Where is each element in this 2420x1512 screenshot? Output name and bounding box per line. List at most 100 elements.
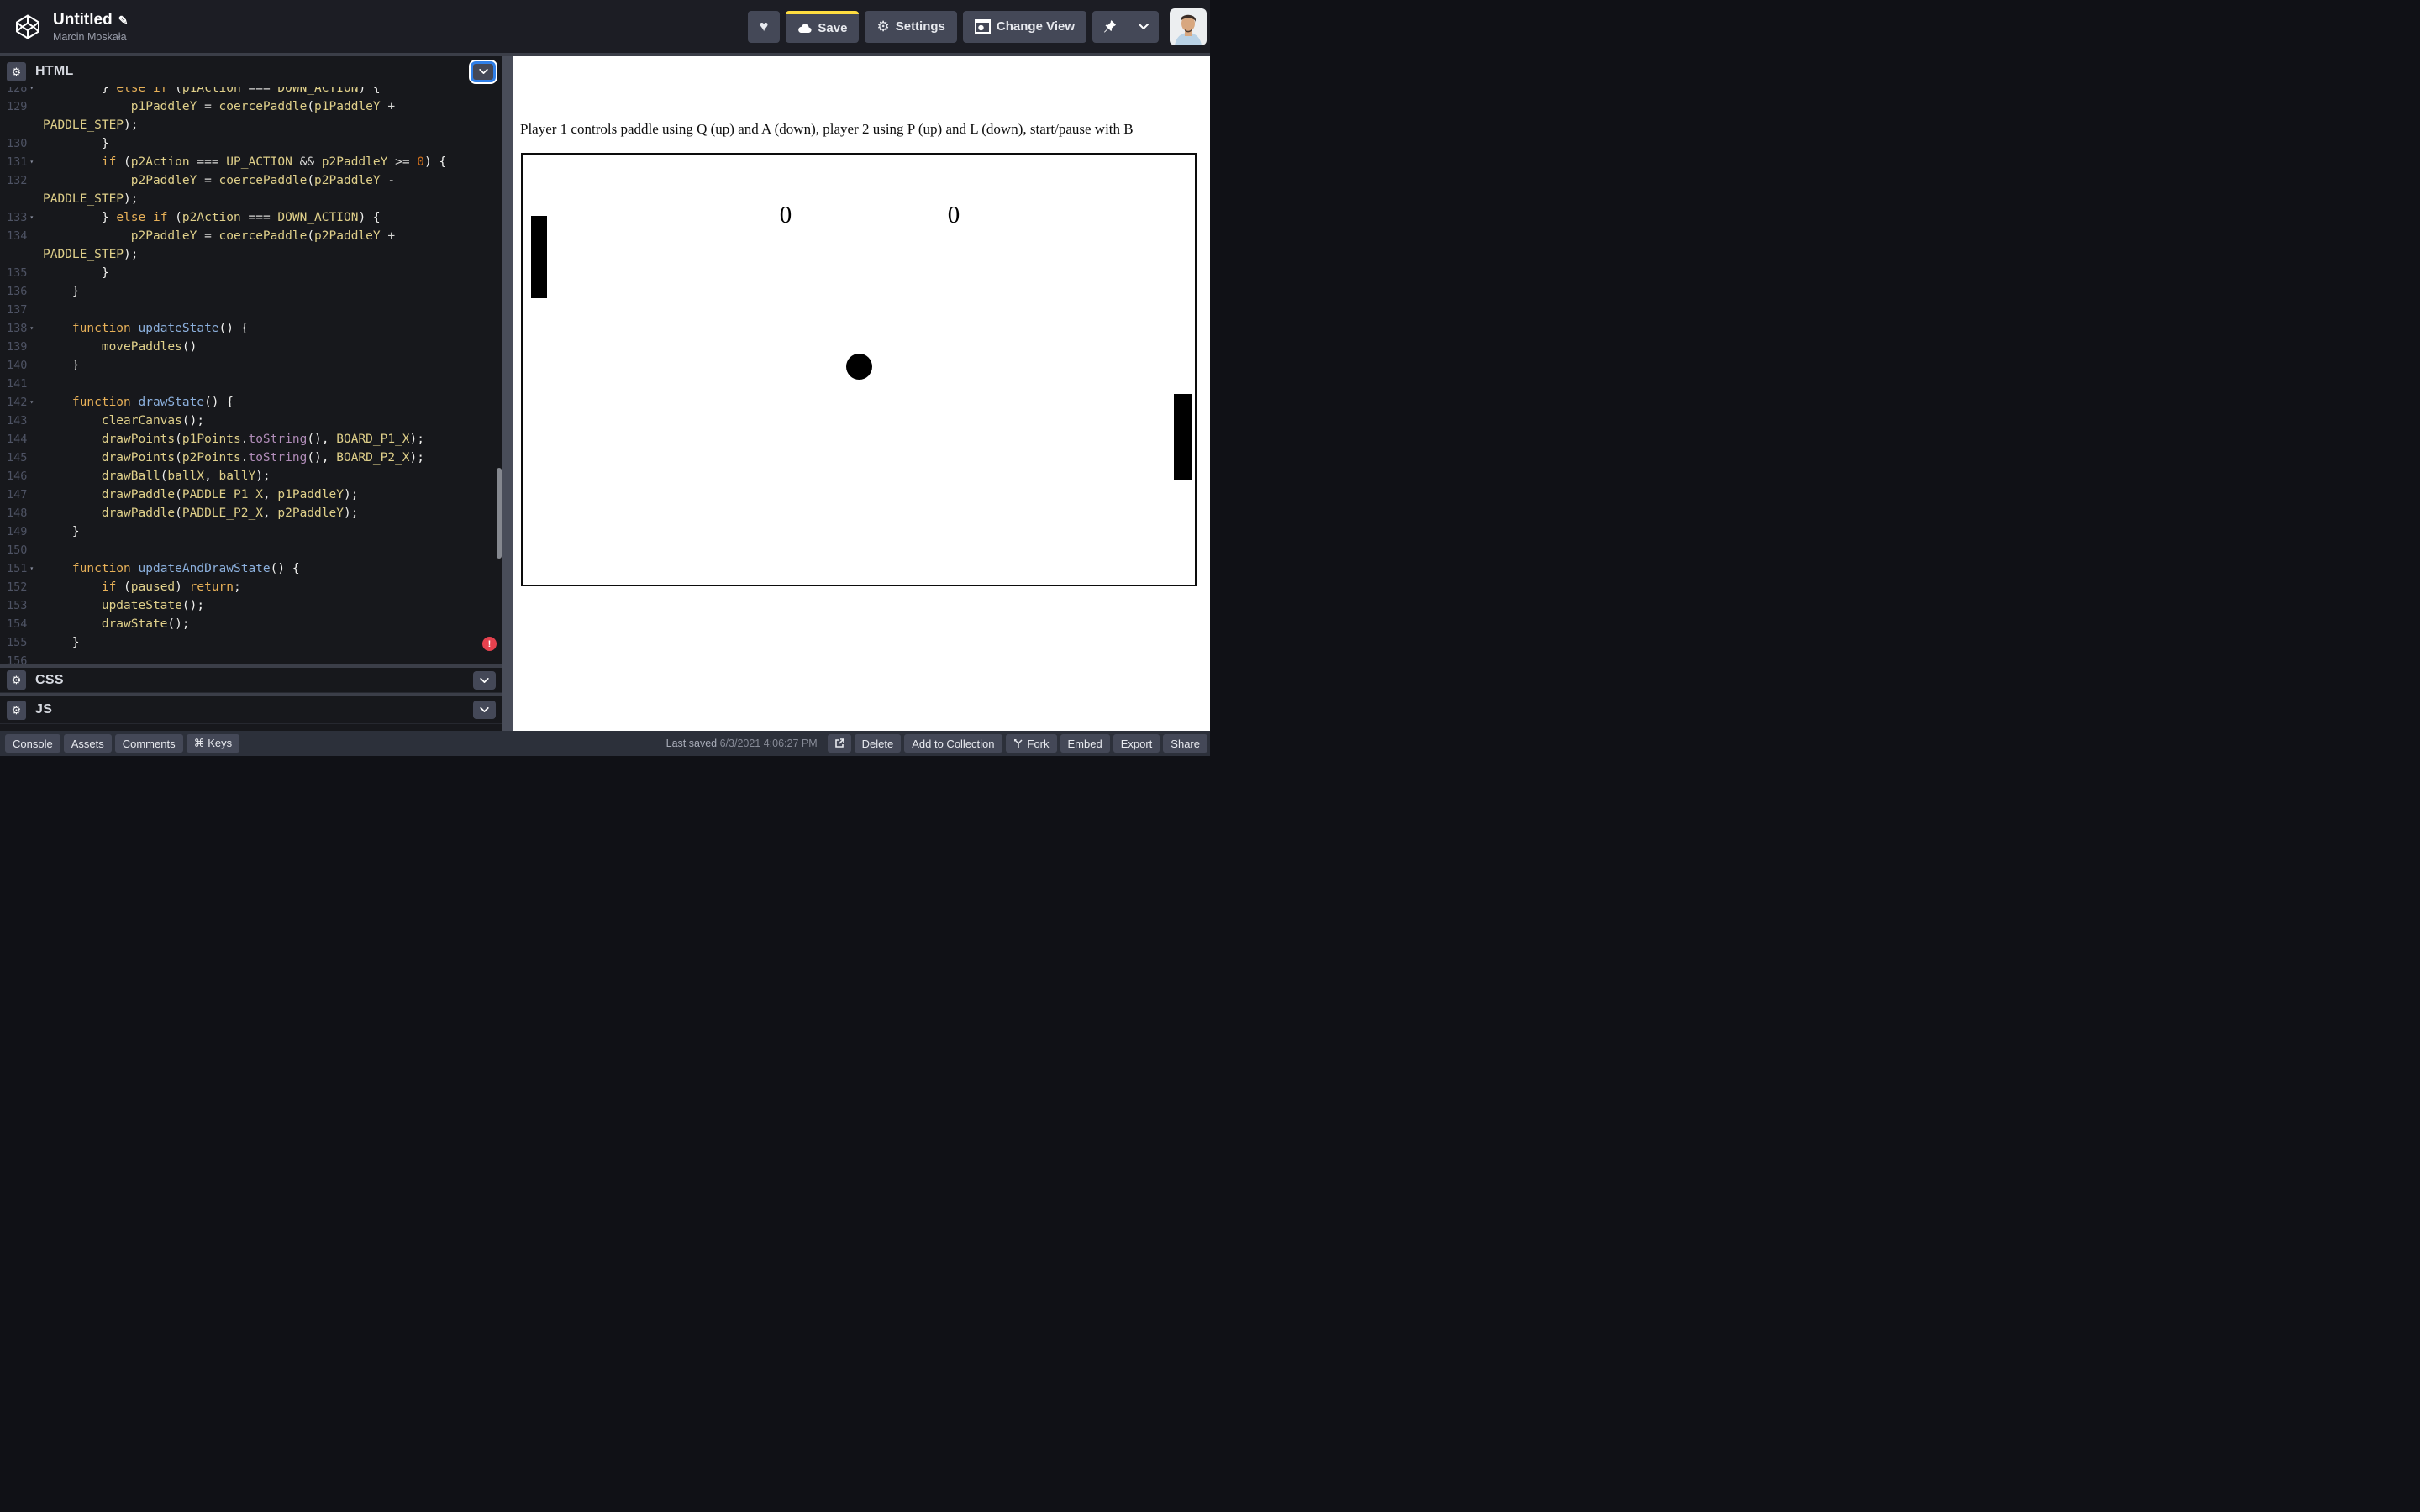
gear-icon: ⚙: [11, 65, 22, 78]
p2-score: 0: [947, 202, 960, 228]
open-in-new-window-button[interactable]: [827, 734, 851, 753]
pen-title: Untitled: [53, 10, 113, 29]
external-link-icon: [834, 738, 844, 748]
code-line-145: 145 drawPoints(p2Points.toString(), BOAR…: [7, 451, 425, 465]
css-settings-gear-button[interactable]: ⚙: [7, 670, 26, 690]
console-button[interactable]: Console: [5, 734, 60, 753]
pen-author[interactable]: Marcin Moskała: [53, 31, 128, 43]
keys-button[interactable]: ⌘ Keys: [186, 734, 240, 753]
like-button[interactable]: ♥: [747, 10, 781, 43]
code-line-144: 144 drawPoints(p1Points.toString(), BOAR…: [7, 433, 425, 446]
codepen-logo-icon[interactable]: [14, 13, 41, 40]
top-header: Untitled ✎ Marcin Moskała ♥ Save ⚙ Setti…: [0, 0, 1210, 53]
editor-preview-resizer[interactable]: [502, 56, 513, 731]
code-line-133: 133 ▾ } else if (p2Action === DOWN_ACTION…: [7, 211, 381, 224]
code-line-140: 140 }: [7, 359, 80, 372]
chevron-down-icon: [480, 677, 489, 683]
header-actions: ♥ Save ⚙ Settings Change View: [747, 8, 1210, 45]
chevron-down-icon: [478, 69, 488, 74]
cloud-icon: [798, 24, 812, 33]
js-collapse-button[interactable]: [473, 701, 496, 719]
gear-icon: ⚙: [11, 674, 22, 686]
code-line-wrap: PADDLE_STEP);: [43, 192, 139, 206]
share-button[interactable]: Share: [1163, 734, 1207, 753]
last-saved-status: Last saved 6/3/2021 4:06:27 PM: [666, 738, 818, 749]
html-collapse-button[interactable]: [471, 60, 496, 82]
pen-title-block: Untitled ✎ Marcin Moskała: [53, 11, 128, 43]
code-lines: 128 ▾ } else if (p1Action === DOWN_ACTION…: [0, 87, 502, 664]
code-line-132: 132 p2PaddleY = coercePaddle(p2PaddleY -: [7, 174, 396, 187]
code-line-148: 148 drawPaddle(PADDLE_P2_X, p2PaddleY);: [7, 507, 359, 520]
code-line-147: 147 drawPaddle(PADDLE_P1_X, p1PaddleY);: [7, 488, 359, 501]
code-line-154: 154 drawState();: [7, 617, 190, 631]
code-line-152: 152 if (paused) return;: [7, 580, 241, 594]
pin-button[interactable]: [1092, 10, 1128, 43]
p1-paddle: [531, 216, 547, 298]
view-layout-icon: [974, 19, 991, 34]
code-line-149: 149 }: [7, 525, 80, 538]
code-line-150: 150: [7, 543, 28, 557]
change-view-button[interactable]: Change View: [962, 10, 1086, 43]
css-collapse-button[interactable]: [473, 670, 496, 690]
html-panel-header: ⚙ HTML: [0, 56, 502, 87]
game-instructions: Player 1 controls paddle using Q (up) an…: [520, 121, 1134, 137]
code-line-155: 155 }: [7, 636, 80, 649]
settings-button[interactable]: ⚙ Settings: [865, 10, 957, 43]
pushpin-icon: [1104, 19, 1116, 33]
code-line-wrap: PADDLE_STEP);: [43, 248, 139, 261]
save-button[interactable]: Save: [786, 10, 860, 43]
code-line-139: 139 movePaddles(): [7, 340, 197, 354]
editor-scrollbar[interactable]: [497, 468, 502, 559]
code-line-131: 131 ▾ if (p2Action === UP_ACTION && p2Pad…: [7, 155, 447, 169]
p1-score: 0: [779, 202, 792, 228]
code-line-142: 142 ▾ function drawState() {: [7, 396, 234, 409]
js-panel-title: JS: [35, 702, 53, 717]
code-line-129: 129 p1PaddleY = coercePaddle(p1PaddleY +: [7, 100, 396, 113]
chevron-down-icon: [1139, 24, 1149, 29]
code-line-135: 135 }: [7, 266, 109, 280]
p2-paddle: [1174, 394, 1192, 480]
footer-bar: Console Assets Comments ⌘ Keys Last save…: [0, 731, 1210, 756]
game-ball: [846, 354, 872, 380]
html-settings-gear-button[interactable]: ⚙: [7, 61, 26, 81]
html-code-editor[interactable]: 128 ▾ } else if (p1Action === DOWN_ACTION…: [0, 87, 502, 664]
avatar-photo: [1170, 8, 1207, 45]
embed-button[interactable]: Embed: [1060, 734, 1110, 753]
code-line-143: 143 clearCanvas();: [7, 414, 205, 428]
heart-icon: ♥: [759, 18, 769, 34]
fork-icon: [1013, 739, 1023, 748]
code-line-130: 130 }: [7, 137, 109, 150]
code-line-141: 141: [7, 377, 28, 391]
code-line-146: 146 drawBall(ballX, ballY);: [7, 470, 271, 483]
css-panel-title: CSS: [35, 672, 64, 687]
code-line-128: 128 ▾ } else if (p1Action === DOWN_ACTION…: [7, 87, 381, 95]
html-panel-title: HTML: [35, 64, 74, 78]
css-panel-header: ⚙ CSS: [0, 664, 502, 693]
code-line-151: 151 ▾ function updateAndDrawState() {: [7, 562, 300, 575]
gear-icon: ⚙: [876, 18, 890, 34]
js-panel-header: ⚙ JS: [0, 693, 502, 724]
chevron-down-icon: [480, 707, 489, 712]
edit-title-icon[interactable]: ✎: [118, 11, 129, 29]
export-button[interactable]: Export: [1113, 734, 1160, 753]
code-line-136: 136 }: [7, 285, 80, 298]
codepen-editor-app: Untitled ✎ Marcin Moskała ♥ Save ⚙ Setti…: [0, 0, 1210, 756]
comments-button[interactable]: Comments: [114, 734, 183, 753]
user-avatar[interactable]: [1170, 8, 1207, 45]
code-line-156: 156: [7, 654, 28, 664]
add-to-collection-button[interactable]: Add to Collection: [904, 734, 1002, 753]
code-line-wrap: PADDLE_STEP);: [43, 118, 139, 132]
fork-button[interactable]: Fork: [1005, 734, 1057, 753]
pin-split-button: [1092, 10, 1159, 43]
js-settings-gear-button[interactable]: ⚙: [7, 700, 26, 720]
assets-button[interactable]: Assets: [63, 734, 112, 753]
code-line-153: 153 updateState();: [7, 599, 205, 612]
pong-game-canvas: 0 0: [521, 153, 1197, 586]
result-preview: Player 1 controls paddle using Q (up) an…: [513, 56, 1210, 731]
pin-dropdown-button[interactable]: [1128, 10, 1159, 43]
code-line-137: 137: [7, 303, 28, 317]
error-badge[interactable]: !: [482, 637, 497, 651]
code-line-134: 134 p2PaddleY = coercePaddle(p2PaddleY +: [7, 229, 396, 243]
editor-column: ⚙ HTML 128 ▾ } else if (p1Action === DOWN…: [0, 56, 502, 731]
delete-button[interactable]: Delete: [854, 734, 902, 753]
